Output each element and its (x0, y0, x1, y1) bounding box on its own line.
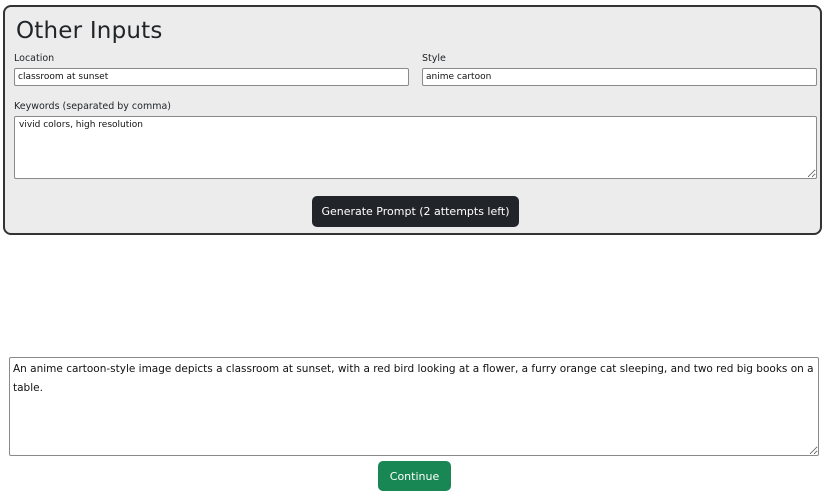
keywords-textarea[interactable]: vivid colors, high resolution (14, 116, 817, 179)
style-label: Style (422, 53, 446, 64)
style-input[interactable] (422, 68, 817, 86)
generated-prompt-textarea[interactable]: An anime cartoon-style image depicts a c… (9, 357, 819, 456)
other-inputs-card: Other Inputs Location Style Keywords (se… (3, 5, 822, 235)
generate-prompt-button[interactable]: Generate Prompt (2 attempts left) (312, 196, 519, 227)
continue-button[interactable]: Continue (378, 461, 451, 491)
location-label: Location (14, 53, 55, 64)
card-title: Other Inputs (16, 18, 163, 44)
location-input[interactable] (14, 68, 409, 86)
keywords-label: Keywords (separated by comma) (14, 101, 171, 112)
